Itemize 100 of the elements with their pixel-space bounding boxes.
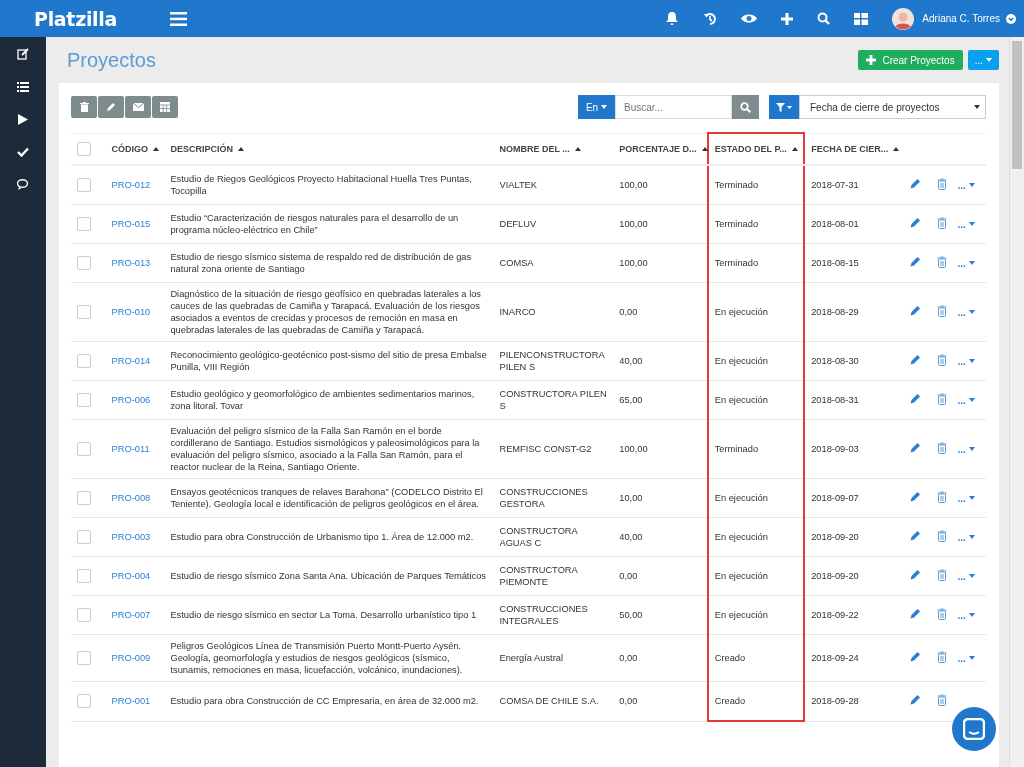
column-header[interactable]: DESCRIPCIÓN [170,143,233,154]
email-button[interactable] [125,96,151,118]
search-button[interactable] [732,95,759,119]
row-menu-button[interactable]: ... [955,394,977,406]
trash-icon[interactable] [937,650,948,663]
history-icon[interactable] [703,11,718,26]
row-menu-button[interactable]: ... [955,492,977,504]
project-code-link[interactable]: PRO-011 [111,444,150,454]
chat-icon[interactable] [16,179,30,190]
pencil-icon[interactable] [910,305,922,316]
column-header[interactable]: CÓDIGO [111,143,149,154]
pencil-icon[interactable] [910,491,922,502]
app-logo[interactable]: Platzilla [34,7,170,30]
sort-icon[interactable] [237,146,244,151]
trash-icon[interactable] [937,177,948,190]
pencil-icon[interactable] [910,442,922,453]
row-menu-button[interactable]: ... [955,355,977,367]
sort-icon[interactable] [701,146,708,151]
row-checkbox[interactable] [77,491,91,505]
project-code-link[interactable]: PRO-006 [111,395,151,405]
project-code-link[interactable]: PRO-015 [111,219,151,229]
row-menu-button[interactable]: ... [955,306,977,318]
trash-icon[interactable] [937,255,948,268]
pencil-icon[interactable] [910,694,922,706]
delete-button[interactable] [71,96,97,118]
sort-icon[interactable] [791,147,798,151]
trash-icon[interactable] [937,353,948,366]
column-header[interactable]: NOMBRE DEL ... [499,143,570,154]
search-icon[interactable] [817,12,831,25]
avatar[interactable] [892,7,915,30]
row-checkbox[interactable] [77,651,91,665]
trash-icon[interactable] [937,392,948,405]
sort-icon[interactable] [893,146,900,151]
filter-button[interactable] [769,95,799,119]
filter-dropdown[interactable]: Fecha de cierre de proyectos [799,95,986,119]
trash-icon[interactable] [937,568,948,581]
project-code-link[interactable]: PRO-013 [111,258,151,268]
trash-icon[interactable] [937,441,948,454]
project-code-link[interactable]: PRO-008 [111,493,151,503]
row-menu-button[interactable]: ... [955,570,977,582]
menu-icon[interactable] [170,11,187,26]
plus-icon[interactable] [781,12,794,25]
select-all-checkbox[interactable] [77,141,91,156]
pencil-icon[interactable] [910,608,922,619]
sort-icon[interactable] [574,146,581,151]
edit-icon[interactable] [17,48,29,60]
row-checkbox[interactable] [77,178,91,192]
sort-icon[interactable] [153,146,160,151]
project-code-link[interactable]: PRO-003 [111,532,151,542]
trash-icon[interactable] [937,529,948,542]
pencil-icon[interactable] [910,530,922,541]
row-checkbox[interactable] [77,256,91,270]
chevron-down-icon[interactable] [1006,13,1016,24]
user-name[interactable]: Adriana C. Torres [922,13,1000,24]
row-menu-button[interactable]: ... [955,257,977,269]
column-header[interactable]: FECHA DE CIER... [811,143,889,154]
row-checkbox[interactable] [77,442,91,456]
check-icon[interactable] [17,147,29,157]
scrollbar-thumb[interactable] [1012,41,1022,169]
row-checkbox[interactable] [77,217,91,231]
more-button[interactable]: ... [967,50,999,70]
calendar-button[interactable] [152,96,178,118]
row-checkbox[interactable] [77,530,91,544]
search-field[interactable]: Buscar... [615,95,732,119]
row-checkbox[interactable] [77,608,91,622]
row-menu-button[interactable]: ... [955,218,977,230]
bell-icon[interactable] [665,11,680,26]
row-menu-button[interactable]: ... [955,179,977,191]
edit-button[interactable] [98,96,124,118]
pencil-icon[interactable] [910,217,922,228]
grid-icon[interactable] [854,12,869,25]
project-code-link[interactable]: PRO-004 [111,571,151,581]
row-checkbox[interactable] [77,694,91,709]
pencil-icon[interactable] [910,651,922,662]
pencil-icon[interactable] [910,354,922,365]
trash-icon[interactable] [937,216,948,229]
project-code-link[interactable]: PRO-010 [111,307,151,317]
row-menu-button[interactable]: ... [955,652,977,664]
project-code-link[interactable]: PRO-007 [111,610,151,620]
row-checkbox[interactable] [77,354,91,368]
pencil-icon[interactable] [910,178,922,189]
row-menu-button[interactable]: ... [955,609,977,621]
row-menu-button[interactable]: ... [955,531,977,543]
scrollbar[interactable] [1009,37,1024,767]
trash-icon[interactable] [937,607,948,620]
eye-icon[interactable] [741,13,758,24]
project-code-link[interactable]: PRO-014 [111,356,151,366]
column-header[interactable]: PORCENTAJE D... [619,143,697,154]
row-checkbox[interactable] [77,393,91,407]
pencil-icon[interactable] [910,256,922,267]
row-checkbox[interactable] [77,305,91,319]
pencil-icon[interactable] [910,569,922,580]
play-icon[interactable] [18,114,28,125]
pencil-icon[interactable] [910,393,922,404]
project-code-link[interactable]: PRO-012 [111,180,151,190]
trash-icon[interactable] [937,304,948,317]
row-checkbox[interactable] [77,569,91,583]
list-icon[interactable] [17,82,29,92]
create-button[interactable]: Crear Proyectos [858,50,963,70]
project-code-link[interactable]: PRO-009 [111,653,151,663]
